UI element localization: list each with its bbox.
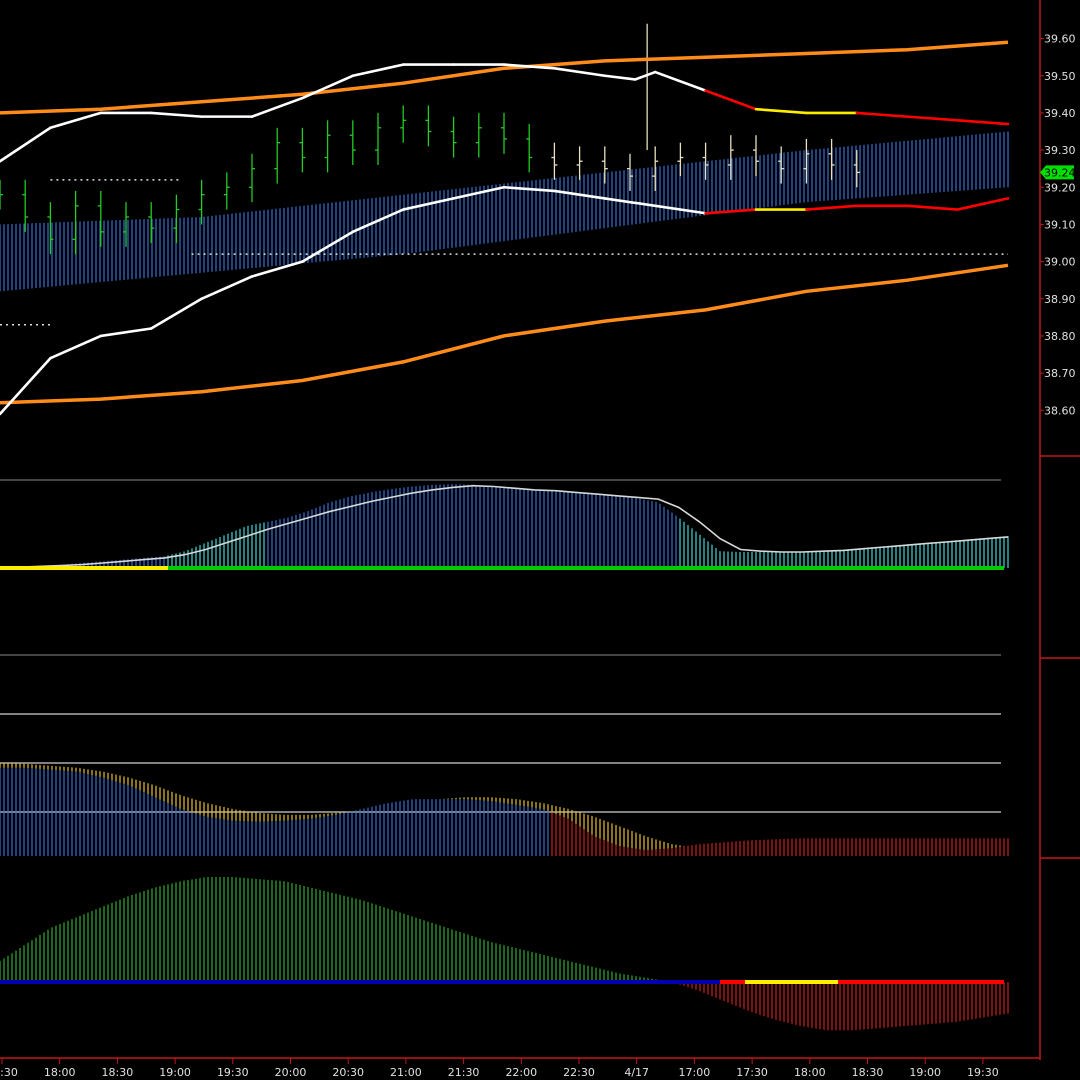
y-tick-label: 39.60	[1044, 33, 1076, 46]
x-tick-label: 22:30	[563, 1066, 595, 1079]
x-tick-label: 17:30	[736, 1066, 768, 1079]
y-tick-label: 39.10	[1044, 218, 1076, 231]
x-tick-label: 20:30	[332, 1066, 364, 1079]
y-tick-label: 39.00	[1044, 256, 1076, 269]
x-tick-label: 22:00	[505, 1066, 537, 1079]
x-tick-label: 19:30	[967, 1066, 999, 1079]
x-tick-label: 19:00	[159, 1066, 191, 1079]
y-tick-label: 38.90	[1044, 293, 1076, 306]
x-tick-label: 21:30	[448, 1066, 480, 1079]
x-tick-label: 4/17	[624, 1066, 649, 1079]
y-tick-label: 38.60	[1044, 404, 1076, 417]
x-tick-label: 18:30	[852, 1066, 884, 1079]
y-tick-label: 38.70	[1044, 367, 1076, 380]
x-tick-label: 18:00	[794, 1066, 826, 1079]
x-tick-label: 18:00	[44, 1066, 76, 1079]
chart: 39.60 39.50 39.40 39.30 39.20 39.10 39.00 38.90…	[0, 0, 1080, 1080]
x-tick-label: 18:30	[102, 1066, 134, 1079]
x-tick-label: 17:00	[679, 1066, 711, 1079]
x-tick-label: 19:30	[217, 1066, 249, 1079]
y-tick-label: 39.20	[1044, 181, 1076, 194]
x-tick-label: 19:00	[909, 1066, 941, 1079]
last-price-label: 39.24	[1044, 166, 1076, 179]
y-tick-label: 39.40	[1044, 107, 1076, 120]
x-tick-label: 21:00	[390, 1066, 422, 1079]
x-tick-label: 17:30	[0, 1066, 18, 1079]
y-tick-label: 38.80	[1044, 330, 1076, 343]
y-tick-label: 39.30	[1044, 144, 1076, 157]
x-tick-label: 20:00	[275, 1066, 307, 1079]
y-tick-label: 39.50	[1044, 70, 1076, 83]
